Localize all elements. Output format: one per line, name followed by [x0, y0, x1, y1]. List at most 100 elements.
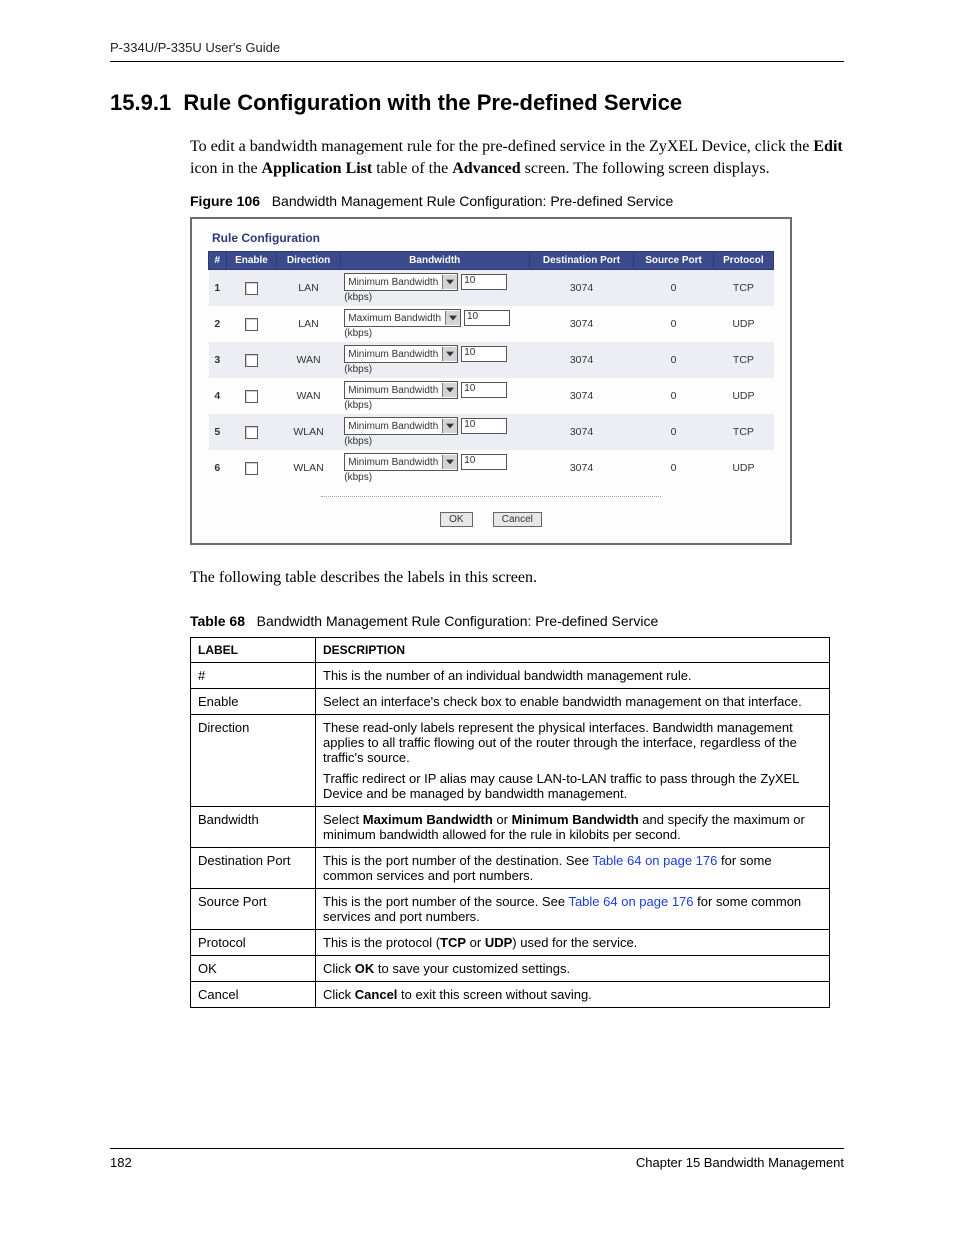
cell-enable — [226, 270, 277, 307]
col-dir: Direction — [277, 252, 340, 270]
chevron-down-icon — [442, 419, 457, 433]
page-footer: 182 Chapter 15 Bandwidth Management — [110, 1148, 844, 1170]
cell-enable — [226, 450, 277, 486]
bandwidth-value-input[interactable]: 10 — [461, 418, 507, 434]
bandwidth-value-input[interactable]: 10 — [461, 382, 507, 398]
desc-label: Enable — [191, 688, 316, 714]
section-heading: 15.9.1 Rule Configuration with the Pre-d… — [110, 90, 844, 116]
cell-proto: TCP — [713, 342, 773, 378]
cell-enable — [226, 414, 277, 450]
cell-num: 6 — [209, 450, 227, 486]
table-caption: Table 68 Bandwidth Management Rule Confi… — [190, 613, 844, 629]
cross-ref-link[interactable]: Table 64 on page 176 — [592, 853, 717, 868]
cell-bandwidth: Minimum Bandwidth 10 (kbps) — [340, 414, 529, 450]
enable-checkbox[interactable] — [245, 354, 258, 367]
enable-checkbox[interactable] — [245, 282, 258, 295]
bandwidth-unit: (kbps) — [344, 328, 372, 339]
enable-checkbox[interactable] — [245, 426, 258, 439]
table-row: 2LANMaximum Bandwidth 10 (kbps)30740UDP — [209, 306, 774, 342]
cell-sport: 0 — [634, 378, 714, 414]
cell-num: 3 — [209, 342, 227, 378]
bandwidth-unit: (kbps) — [344, 436, 372, 447]
table-row: 4WANMinimum Bandwidth 10 (kbps)30740UDP — [209, 378, 774, 414]
desc-text: Select an interface's check box to enabl… — [316, 688, 830, 714]
bandwidth-mode-select[interactable]: Minimum Bandwidth — [344, 453, 458, 471]
enable-checkbox[interactable] — [245, 318, 258, 331]
bandwidth-mode-select[interactable]: Minimum Bandwidth — [344, 345, 458, 363]
cell-bandwidth: Minimum Bandwidth 10 (kbps) — [340, 270, 529, 307]
table-row: 1LANMinimum Bandwidth 10 (kbps)30740TCP — [209, 270, 774, 307]
cell-num: 5 — [209, 414, 227, 450]
cell-proto: UDP — [713, 306, 773, 342]
figure-caption: Figure 106 Bandwidth Management Rule Con… — [190, 193, 844, 209]
col-proto: Protocol — [713, 252, 773, 270]
table-row: Source PortThis is the port number of th… — [191, 888, 830, 929]
table-row: #This is the number of an individual ban… — [191, 662, 830, 688]
table-row: EnableSelect an interface's check box to… — [191, 688, 830, 714]
cell-direction: WLAN — [277, 450, 340, 486]
chapter-label: Chapter 15 Bandwidth Management — [636, 1155, 844, 1170]
desc-head-desc: DESCRIPTION — [316, 637, 830, 662]
cancel-button[interactable]: Cancel — [493, 512, 542, 527]
description-table: LABEL DESCRIPTION #This is the number of… — [190, 637, 830, 1008]
ok-button[interactable]: OK — [440, 512, 472, 527]
enable-checkbox[interactable] — [245, 390, 258, 403]
cross-ref-link[interactable]: Table 64 on page 176 — [568, 894, 693, 909]
table-row: BandwidthSelect Maximum Bandwidth or Min… — [191, 806, 830, 847]
desc-label: OK — [191, 955, 316, 981]
col-enable: Enable — [226, 252, 277, 270]
col-dport: Destination Port — [529, 252, 634, 270]
mid-paragraph: The following table describes the labels… — [190, 567, 844, 589]
table-row: 3 WANMinimum Bandwidth 10 (kbps) 30740TCP — [209, 342, 774, 378]
figure-screenshot: Rule Configuration # Enable Direction Ba… — [190, 217, 792, 545]
cell-enable — [226, 378, 277, 414]
cell-dport: 3074 — [529, 342, 634, 378]
desc-label: # — [191, 662, 316, 688]
panel-title: Rule Configuration — [212, 231, 774, 245]
cell-sport: 0 — [634, 342, 714, 378]
cell-num: 2 — [209, 306, 227, 342]
cell-dport: 3074 — [529, 414, 634, 450]
bandwidth-unit: (kbps) — [344, 472, 372, 483]
chevron-down-icon — [442, 275, 457, 289]
bandwidth-value-input[interactable]: 10 — [464, 310, 510, 326]
bandwidth-mode-select[interactable]: Maximum Bandwidth — [344, 309, 461, 327]
desc-label: Protocol — [191, 929, 316, 955]
desc-text: This is the number of an individual band… — [316, 662, 830, 688]
chevron-down-icon — [442, 347, 457, 361]
desc-label: Destination Port — [191, 847, 316, 888]
col-num: # — [209, 252, 227, 270]
bandwidth-unit: (kbps) — [344, 364, 372, 375]
cell-direction: LAN — [277, 306, 340, 342]
desc-label: Direction — [191, 714, 316, 806]
cell-num: 4 — [209, 378, 227, 414]
cell-proto: TCP — [713, 270, 773, 307]
cell-direction: WLAN — [277, 414, 340, 450]
bandwidth-mode-select[interactable]: Minimum Bandwidth — [344, 381, 458, 399]
cell-direction: WAN — [277, 342, 340, 378]
enable-checkbox[interactable] — [245, 462, 258, 475]
cell-direction: LAN — [277, 270, 340, 307]
bandwidth-mode-select[interactable]: Minimum Bandwidth — [344, 273, 458, 291]
bandwidth-mode-select[interactable]: Minimum Bandwidth — [344, 417, 458, 435]
cell-dport: 3074 — [529, 378, 634, 414]
intro-paragraph: To edit a bandwidth management rule for … — [190, 136, 844, 179]
table-row: ProtocolThis is the protocol (TCP or UDP… — [191, 929, 830, 955]
bandwidth-value-input[interactable]: 10 — [461, 274, 507, 290]
chevron-down-icon — [442, 383, 457, 397]
table-row: OKClick OK to save your customized setti… — [191, 955, 830, 981]
bandwidth-value-input[interactable]: 10 — [461, 346, 507, 362]
cell-bandwidth: Minimum Bandwidth 10 (kbps) — [340, 378, 529, 414]
desc-text: This is the port number of the destinati… — [316, 847, 830, 888]
bandwidth-unit: (kbps) — [344, 292, 372, 303]
cell-enable — [226, 342, 277, 378]
cell-num: 1 — [209, 270, 227, 307]
cell-bandwidth: Maximum Bandwidth 10 (kbps) — [340, 306, 529, 342]
desc-text: Click Cancel to exit this screen without… — [316, 981, 830, 1007]
cell-sport: 0 — [634, 450, 714, 486]
bandwidth-unit: (kbps) — [344, 400, 372, 411]
cell-dport: 3074 — [529, 450, 634, 486]
desc-text: Click OK to save your customized setting… — [316, 955, 830, 981]
desc-label: Bandwidth — [191, 806, 316, 847]
bandwidth-value-input[interactable]: 10 — [461, 454, 507, 470]
